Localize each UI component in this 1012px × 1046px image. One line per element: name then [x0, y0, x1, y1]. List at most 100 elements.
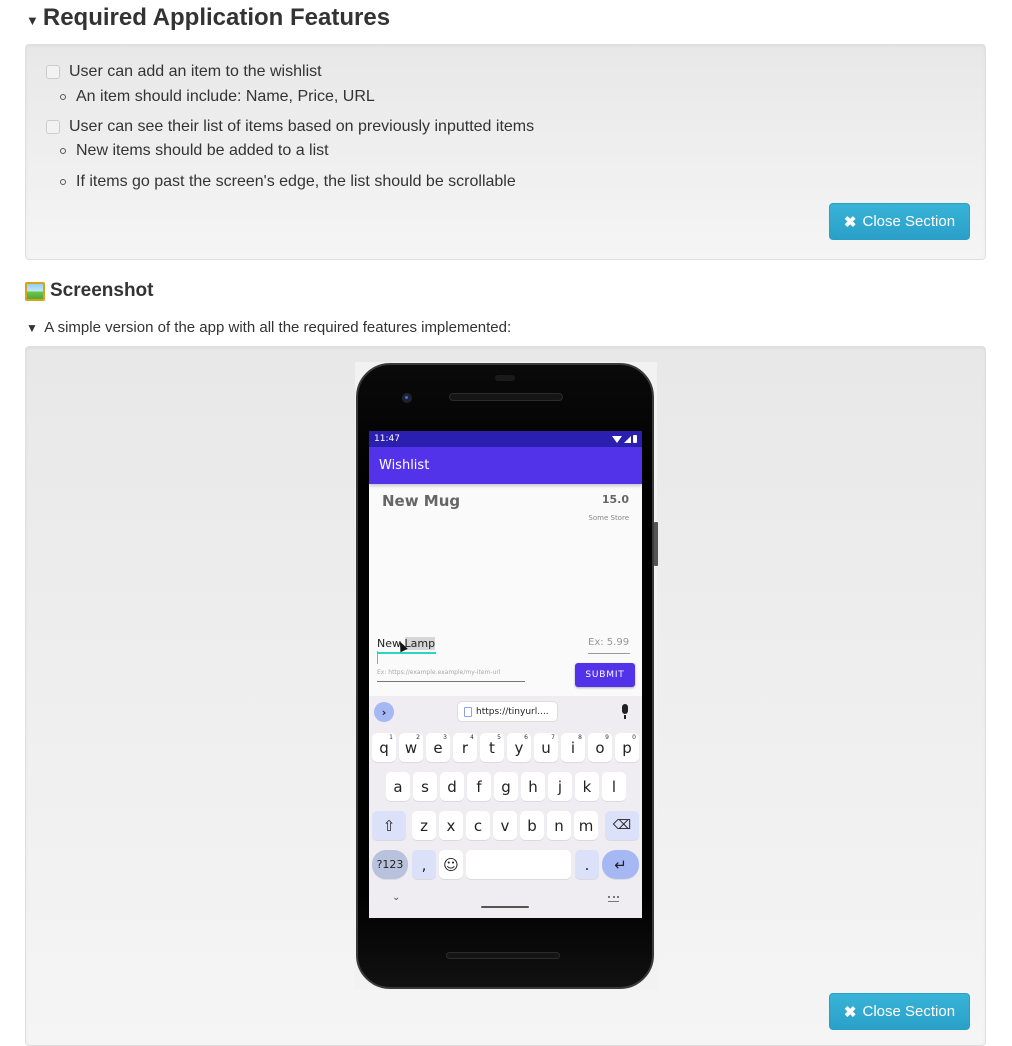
emoji-key[interactable]: ☺ — [439, 850, 463, 879]
key-e[interactable]: e3 — [426, 733, 450, 762]
key-l[interactable]: l — [602, 772, 626, 801]
wishlist-item[interactable]: New Mug 15.0 Some Store — [369, 491, 642, 531]
key-label: j — [557, 777, 563, 796]
key-label: n — [554, 816, 564, 835]
backspace-icon: ⌫ — [612, 818, 632, 833]
enter-key[interactable]: ↵ — [602, 850, 639, 879]
key-u[interactable]: u7 — [534, 733, 558, 762]
subitem-text: New items should be added to a list — [76, 142, 329, 159]
close-section-button[interactable]: ✖ Close Section — [829, 203, 970, 240]
item-price-input[interactable]: Ex: 5.99 — [588, 635, 630, 654]
task-subitem: An item should include: Name, Price, URL — [60, 88, 375, 106]
task-label: User can see their list of items based o… — [69, 118, 535, 135]
symbols-label: ?123 — [376, 858, 404, 871]
bullet-circle-icon — [60, 94, 66, 100]
key-m[interactable]: m — [574, 811, 598, 840]
key-number-hint: 7 — [551, 734, 555, 741]
disclosure-triangle-icon[interactable]: ▼ — [26, 321, 38, 335]
disclosure-triangle-icon[interactable]: ▼ — [26, 13, 39, 28]
url-placeholder: Ex: https://example.example/my-item-url — [377, 669, 501, 676]
phone-speaker-bottom — [446, 952, 560, 959]
clipboard-text: https://tinyurl.... — [476, 706, 549, 717]
period-key[interactable]: . — [575, 850, 599, 879]
task-checkbox[interactable] — [46, 120, 60, 134]
text-caret — [377, 650, 378, 664]
key-c[interactable]: c — [466, 811, 490, 840]
key-label: h — [528, 777, 538, 796]
keyboard-row-1: q1w2e3r4t5y6u7i8o9p0 — [369, 733, 642, 765]
phone-sensor — [495, 375, 515, 381]
phone-camera-icon — [402, 393, 412, 403]
key-number-hint: 3 — [443, 734, 447, 741]
submit-button[interactable]: SUBMIT — [575, 663, 635, 687]
clipboard-suggestion-chip[interactable]: https://tinyurl.... — [457, 701, 558, 722]
section-heading-required-features[interactable]: ▼ Required Application Features — [26, 4, 390, 32]
key-k[interactable]: k — [575, 772, 599, 801]
hide-keyboard-icon[interactable]: ⌄ — [392, 892, 400, 903]
key-label: d — [447, 777, 457, 796]
key-w[interactable]: w2 — [399, 733, 423, 762]
key-g[interactable]: g — [494, 772, 518, 801]
key-s[interactable]: s — [413, 772, 437, 801]
key-label: f — [476, 777, 482, 796]
app-bar: Wishlist — [369, 447, 642, 484]
keyboard-row-4: ?123 , ☺ . ↵ — [369, 850, 642, 882]
bullet-circle-icon — [60, 148, 66, 154]
clipboard-icon — [464, 706, 472, 717]
key-d[interactable]: d — [440, 772, 464, 801]
key-n[interactable]: n — [547, 811, 571, 840]
key-a[interactable]: a — [386, 772, 410, 801]
key-label: z — [420, 816, 428, 835]
item-name: New Mug — [382, 492, 461, 510]
emoji-icon: ☺ — [443, 855, 459, 874]
key-f[interactable]: f — [467, 772, 491, 801]
section-title: Required Application Features — [42, 4, 391, 31]
key-z[interactable]: z — [412, 811, 436, 840]
key-v[interactable]: v — [493, 811, 517, 840]
item-name-input[interactable]: New Lamp — [377, 635, 436, 664]
key-label: a — [393, 777, 403, 796]
key-number-hint: 1 — [389, 734, 393, 741]
key-h[interactable]: h — [521, 772, 545, 801]
keyboard-toolbar: › https://tinyurl.... — [369, 696, 642, 726]
close-section-button[interactable]: ✖ Close Section — [829, 993, 970, 1030]
switch-keyboard-icon[interactable] — [608, 896, 619, 902]
key-o[interactable]: o9 — [588, 733, 612, 762]
space-key[interactable] — [466, 850, 571, 879]
close-icon: ✖ — [843, 213, 857, 231]
framed-picture-icon — [25, 281, 45, 301]
key-t[interactable]: t5 — [480, 733, 504, 762]
key-label: p — [622, 738, 632, 757]
shift-key[interactable]: ⇧ — [372, 811, 406, 840]
expand-toolbar-button[interactable]: › — [374, 702, 394, 722]
backspace-key[interactable]: ⌫ — [605, 811, 639, 840]
bullet-circle-icon — [60, 179, 66, 185]
key-i[interactable]: i8 — [561, 733, 585, 762]
item-store: Some Store — [588, 514, 629, 522]
key-y[interactable]: y6 — [507, 733, 531, 762]
comma-key[interactable]: , — [412, 850, 436, 879]
key-label: x — [446, 816, 456, 835]
key-q[interactable]: q1 — [372, 733, 396, 762]
key-b[interactable]: b — [520, 811, 544, 840]
key-label: b — [527, 816, 537, 835]
keyboard-row-2: asdfghjkl — [369, 772, 642, 804]
details-summary[interactable]: ▼ A simple version of the app with all t… — [26, 319, 511, 336]
gesture-nav-bar[interactable] — [481, 906, 529, 908]
key-label: e — [433, 738, 443, 757]
subitem-text: An item should include: Name, Price, URL — [76, 88, 375, 105]
close-icon: ✖ — [843, 1003, 857, 1021]
key-j[interactable]: j — [548, 772, 572, 801]
signal-icon — [624, 435, 631, 443]
key-number-hint: 5 — [497, 734, 501, 741]
key-p[interactable]: p0 — [615, 733, 639, 762]
item-url-input[interactable]: Ex: https://example.example/my-item-url — [377, 669, 525, 682]
key-number-hint: 2 — [416, 734, 420, 741]
comma-label: , — [421, 855, 427, 874]
task-checkbox[interactable] — [46, 65, 60, 79]
microphone-icon[interactable] — [622, 704, 628, 719]
symbols-key[interactable]: ?123 — [372, 850, 408, 879]
key-r[interactable]: r4 — [453, 733, 477, 762]
key-x[interactable]: x — [439, 811, 463, 840]
key-label: y — [514, 738, 524, 757]
